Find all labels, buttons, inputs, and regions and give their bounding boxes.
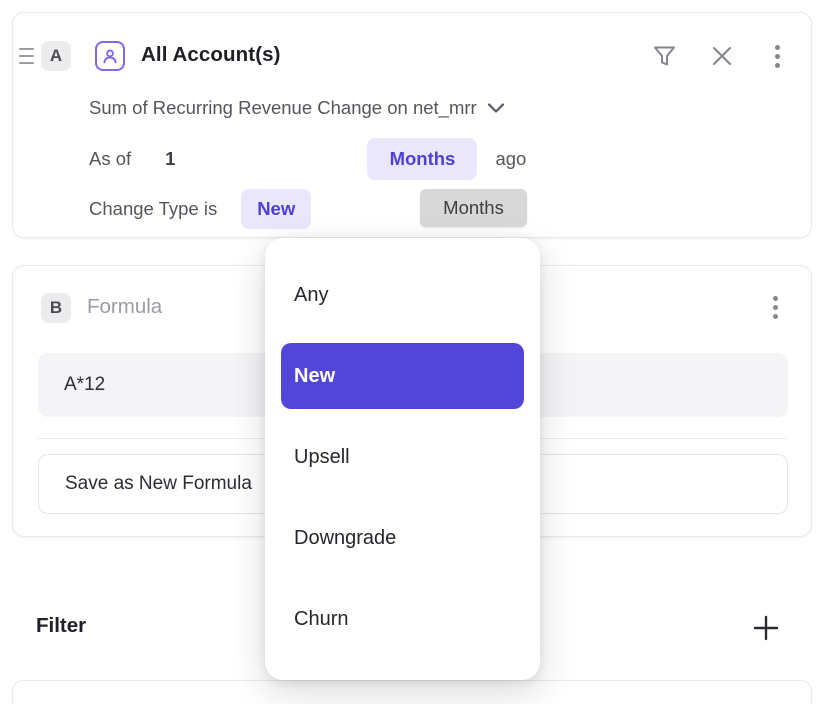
as-of-label: As of	[89, 148, 131, 170]
close-icon[interactable]	[709, 43, 735, 69]
metric-label: Sum of Recurring Revenue Change on net_m…	[89, 97, 477, 119]
event-badge-a: A	[41, 41, 71, 71]
kebab-menu-icon[interactable]	[765, 296, 785, 319]
change-type-dropdown: Any New Upsell Downgrade Churn	[265, 238, 540, 680]
as-of-row: As of 1 Months ago	[89, 138, 526, 180]
as-of-suffix: ago	[495, 148, 526, 170]
dropdown-option-upsell[interactable]: Upsell	[281, 424, 524, 490]
dropdown-option-churn[interactable]: Churn	[281, 586, 524, 652]
dropdown-option-new[interactable]: New	[281, 343, 524, 409]
as-of-unit-selector[interactable]: Months	[367, 138, 477, 180]
change-type-label: Change Type is	[89, 198, 217, 220]
event-card-a: A All Account(s)	[12, 12, 812, 238]
funnel-filter-icon[interactable]	[651, 43, 677, 69]
add-filter-button[interactable]	[748, 610, 784, 646]
metric-selector[interactable]: Sum of Recurring Revenue Change on net_m…	[89, 97, 505, 119]
card-a-header: A All Account(s)	[13, 41, 811, 71]
card-b-title: Formula	[87, 295, 162, 319]
chevron-down-icon	[487, 102, 505, 114]
as-of-value-input[interactable]: 1	[165, 148, 175, 170]
card-a-actions	[651, 43, 787, 69]
query-builder-panel: A All Account(s)	[0, 0, 816, 704]
formula-badge-b: B	[41, 293, 71, 323]
months-tooltip: Months	[420, 189, 527, 227]
card-a-title: All Account(s)	[141, 43, 281, 67]
drag-handle-icon[interactable]	[19, 48, 34, 64]
plus-icon	[752, 614, 780, 642]
change-type-value-selector[interactable]: New	[241, 189, 311, 229]
dropdown-option-any[interactable]: Any	[281, 262, 524, 328]
person-icon[interactable]	[95, 41, 125, 71]
dropdown-option-downgrade[interactable]: Downgrade	[281, 505, 524, 571]
change-type-row: Change Type is New	[89, 189, 311, 229]
filter-section-title: Filter	[36, 614, 86, 638]
kebab-menu-icon[interactable]	[767, 45, 787, 68]
filter-card	[12, 680, 812, 704]
